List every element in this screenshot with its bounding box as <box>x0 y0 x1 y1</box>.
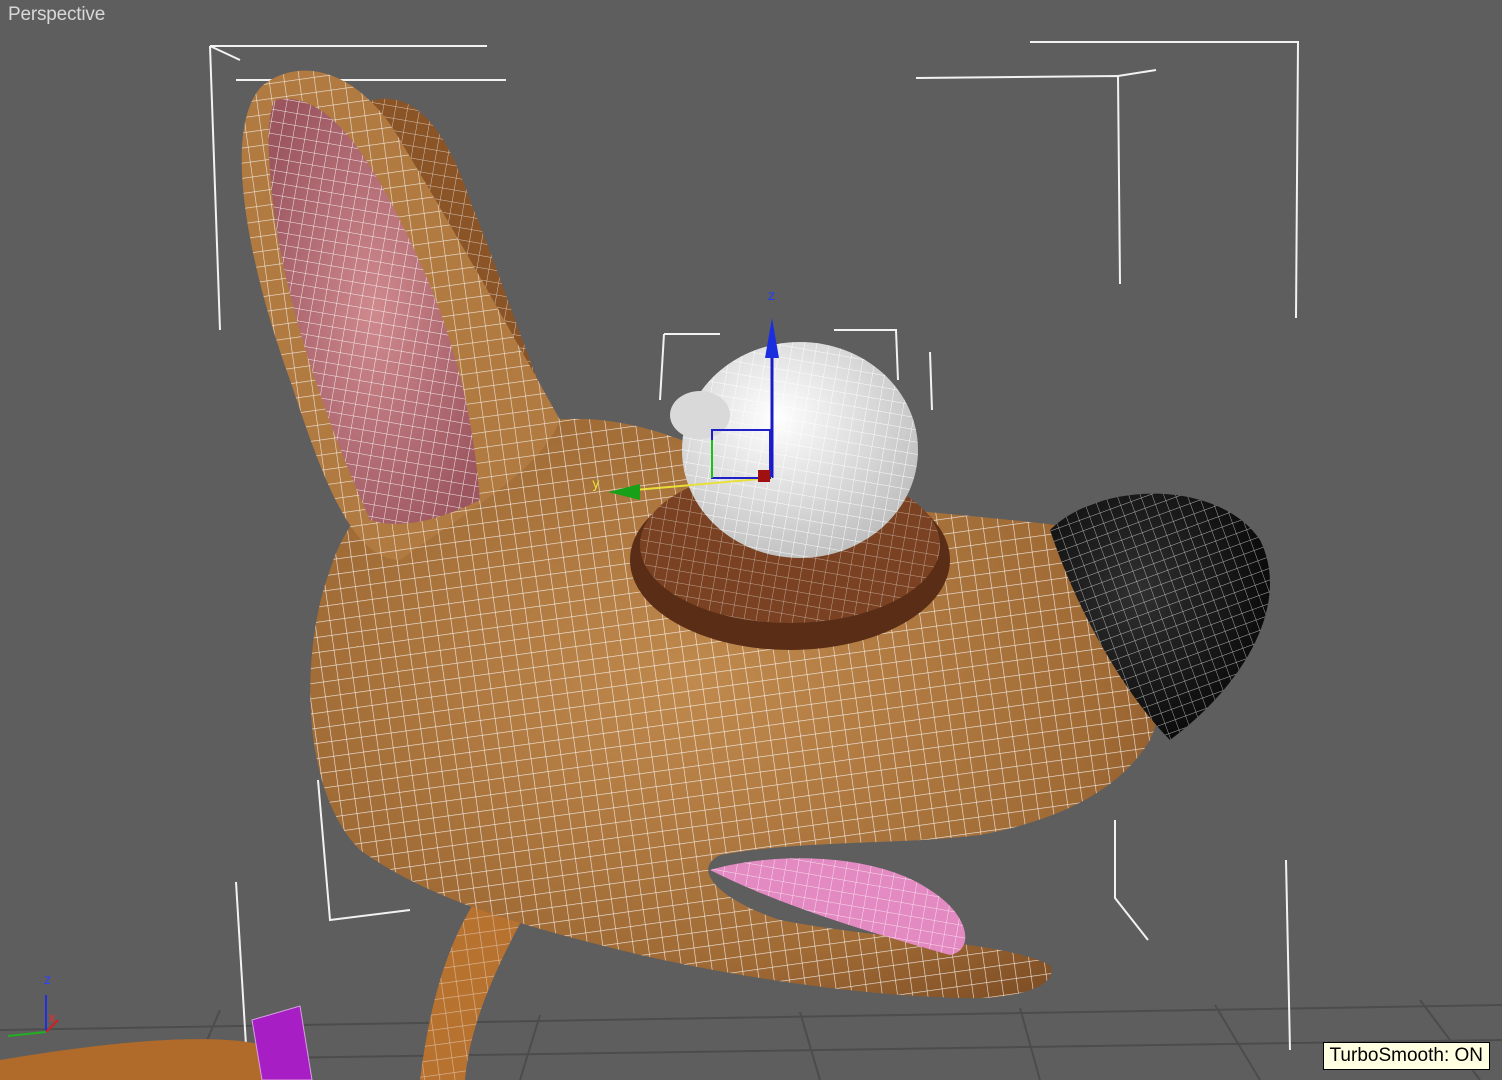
world-axis-tripod: z x <box>7 973 59 1037</box>
viewport-label[interactable]: Perspective <box>8 4 105 26</box>
gizmo-z-label: z <box>768 289 775 304</box>
world-x-label: x <box>48 1011 56 1026</box>
viewport-scene[interactable]: z y z x <box>0 0 1502 1080</box>
turbosmooth-status-tooltip: TurboSmooth: ON <box>1322 1042 1490 1070</box>
collar <box>251 1005 313 1080</box>
perspective-viewport[interactable]: z y z x Perspective TurboSmooth: ON <box>0 0 1502 1080</box>
world-z-label: z <box>44 973 51 988</box>
gizmo-y-label: y <box>592 477 600 492</box>
